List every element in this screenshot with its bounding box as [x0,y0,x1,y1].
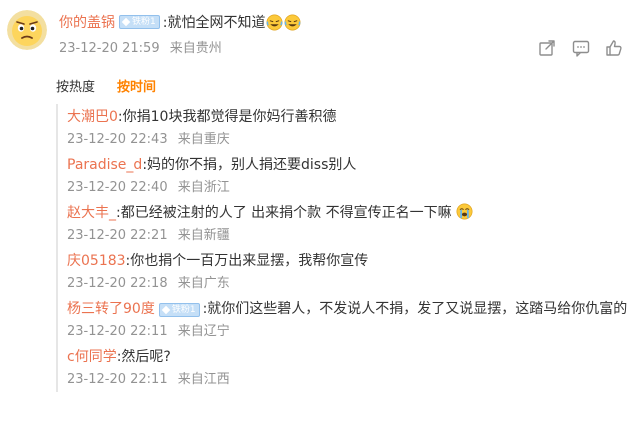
comment-time: 23-12-20 21:59 [59,41,160,56]
reply-meta: 23-12-20 22:21 来自新疆 [67,224,629,248]
reply-location: 来自新疆 [177,228,230,243]
reply-text: :妈的你不捐，别人捐还要diss别人 [142,157,357,173]
comment-text: :就怕全网不知道 [162,15,266,31]
reply-time: 23-12-20 22:21 [67,228,168,243]
reply-text-line: c何同学:然后呢? [67,344,629,368]
diamond-icon [121,17,131,27]
reply-time: 23-12-20 22:43 [67,132,168,147]
reply-location: 来自辽宁 [177,324,230,339]
list-item: 赵大丰_:都已经被注射的人了 出来捐个款 不得宣传正名一下嘛 23-12-20 … [58,200,629,248]
reply-text: :都已经被注射的人了 出来捐个款 不得宣传正名一下嘛 [116,205,452,221]
list-item: 大潮巴0:你捐10块我都觉得是你妈行善积德 23-12-20 22:43 来自重… [58,104,629,152]
reply-time: 23-12-20 22:11 [67,324,168,339]
reply-meta: 23-12-20 22:18 来自广东 [67,272,629,296]
reply-time: 23-12-20 22:40 [67,180,168,195]
avatar[interactable] [7,10,47,50]
reply-text: :你捐10块我都觉得是你妈行善积德 [117,109,337,125]
comment-location: 来自贵州 [169,41,222,56]
reply-author[interactable]: 杨三转了90度 [67,301,155,317]
reply-meta: 23-12-20 22:11 来自江西 [67,368,629,392]
sort-bar: 按热度 按时间 [56,74,156,96]
diamond-icon [161,305,171,315]
reply-text: :就你们这些碧人，不发说人不捐，发了又说显摆，这踏马给你仇富的 [202,301,628,317]
reply-list: 大潮巴0:你捐10块我都觉得是你妈行善积德 23-12-20 22:43 来自重… [56,104,629,392]
main-comment: 你的盖锅 铁粉1 :就怕全网不知道 23-12-20 21:59 来自贵州 [0,0,629,70]
emoji-avatar-icon [7,10,47,50]
reply-author[interactable]: c何同学 [67,349,117,365]
comment-header: 你的盖锅 铁粉1 :就怕全网不知道 [59,10,301,34]
fan-badge-label: 铁粉1 [171,305,196,315]
reply-text-line: 大潮巴0:你捐10块我都觉得是你妈行善积德 [67,104,629,128]
sort-by-time[interactable]: 按时间 [117,76,156,95]
fan-badge: 铁粉1 [119,15,160,29]
reply-text-line: Paradise_d:妈的你不捐，别人捐还要diss别人 [67,152,629,176]
reply-time: 23-12-20 22:11 [67,372,168,387]
reply-meta: 23-12-20 22:43 来自重庆 [67,128,629,152]
crying-emoji-icon [456,203,473,220]
fan-badge: 铁粉1 [158,303,200,317]
list-item: 杨三转了90度 铁粉1 :就你们这些碧人，不发说人不捐，发了又说显摆，这踏马给你仇富… [58,296,629,344]
reply-location: 来自广东 [177,276,230,291]
reply-text-line: 赵大丰_:都已经被注射的人了 出来捐个款 不得宣传正名一下嘛 [67,200,629,224]
laughing-crying-emoji-icon [284,14,301,30]
comment-icon[interactable] [571,38,591,58]
comment-meta: 23-12-20 21:59 来自贵州 [59,37,222,56]
list-item: Paradise_d:妈的你不捐，别人捐还要diss别人 23-12-20 22… [58,152,629,200]
reply-text-line: 庆05183:你也捐个一百万出来显摆，我帮你宣传 [67,248,629,272]
reply-text: :然后呢? [116,349,171,365]
reply-text-line: 杨三转了90度 铁粉1 :就你们这些碧人，不发说人不捐，发了又说显摆，这踏马给你仇富… [67,296,629,320]
reply-author[interactable]: Paradise_d [67,157,142,173]
fan-badge-label: 铁粉1 [132,17,156,27]
thumbs-up-icon[interactable] [604,38,624,58]
reply-location: 来自江西 [177,372,230,387]
reply-meta: 23-12-20 22:40 来自浙江 [67,176,629,200]
list-item: c何同学:然后呢? 23-12-20 22:11 来自江西 [58,344,629,392]
reply-author[interactable]: 大潮巴0 [67,109,118,125]
list-item: 庆05183:你也捐个一百万出来显摆，我帮你宣传 23-12-20 22:18 … [58,248,629,296]
reply-location: 来自浙江 [177,180,230,195]
reply-text: :你也捐个一百万出来显摆，我帮你宣传 [125,253,369,269]
laughing-crying-emoji-icon [266,14,283,30]
reply-time: 23-12-20 22:18 [67,276,168,291]
reply-author[interactable]: 赵大丰_ [67,205,116,221]
reply-location: 来自重庆 [177,132,230,147]
sort-by-hot[interactable]: 按热度 [56,76,95,95]
reply-author[interactable]: 庆05183 [67,253,126,269]
comment-author[interactable]: 你的盖锅 [59,12,115,32]
share-icon[interactable] [537,38,557,58]
reply-meta: 23-12-20 22:11 来自辽宁 [67,320,629,344]
